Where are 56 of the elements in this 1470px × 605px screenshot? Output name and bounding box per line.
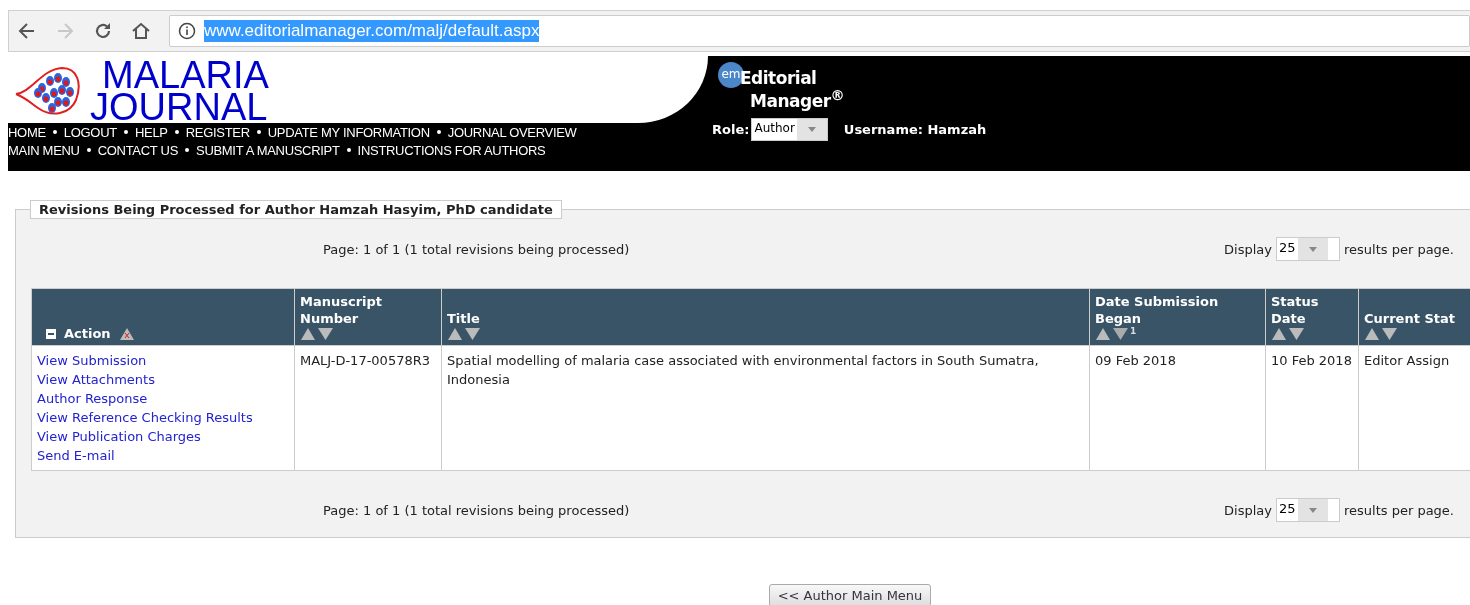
sort-arrows-icon[interactable] <box>1095 327 1129 341</box>
column-label: Action <box>64 326 111 341</box>
nav-link[interactable]: UPDATE MY INFORMATION <box>267 124 430 140</box>
nav-link[interactable]: INSTRUCTIONS FOR AUTHORS <box>357 142 546 158</box>
display-label: Display <box>1224 502 1272 518</box>
url-text: www.editorialmanager.com/malj/default.aspx <box>204 20 540 42</box>
journal-logo-text: MALARIA JOURNAL <box>90 58 269 123</box>
sort-arrows-icon[interactable] <box>300 327 334 341</box>
sort-rank: 1 <box>1130 327 1137 336</box>
dropdown-arrow-icon <box>1308 507 1317 513</box>
username-text: Username: Hamzah <box>843 121 987 137</box>
column-label: Manuscript Number <box>300 293 384 327</box>
role-dropdown[interactable]: Author <box>751 117 828 141</box>
display-label: Display <box>1224 241 1272 257</box>
nav-link[interactable]: REGISTER <box>185 124 250 140</box>
action-link[interactable]: View Publication Charges <box>37 427 201 446</box>
action-link[interactable]: Author Response <box>37 389 148 408</box>
nav-link[interactable]: CONTACT US <box>97 142 178 158</box>
column-label: Date Submission Began <box>1095 293 1220 327</box>
results-dropdown[interactable]: 25 <box>1276 237 1340 261</box>
collapse-icon[interactable] <box>46 328 56 339</box>
table-cell: 10 Feb 2018 <box>1265 345 1359 471</box>
nav-link[interactable]: SUBMIT A MANUSCRIPT <box>196 142 340 158</box>
nav-link[interactable]: HOME <box>8 124 46 140</box>
action-link[interactable]: Send E-mail <box>37 446 115 465</box>
action-link[interactable]: View Attachments <box>37 370 155 389</box>
role-label: Role: <box>712 121 750 137</box>
results-dropdown[interactable]: 25 <box>1276 498 1340 522</box>
info-icon[interactable] <box>178 22 196 40</box>
author-main-menu-button[interactable]: << Author Main Menu <box>768 584 932 605</box>
results-label: results per page. <box>1344 502 1454 518</box>
nav-link[interactable]: HELP <box>134 124 168 140</box>
action-link[interactable]: View Reference Checking Results <box>37 408 253 427</box>
column-label: Title <box>447 310 481 327</box>
dropdown-arrow-icon <box>807 126 816 132</box>
back-icon[interactable] <box>17 21 37 41</box>
table-cell: Spatial modelling of malaria case associated with environmental factors in South Sumatra, Indonesia <box>441 345 1090 471</box>
nav-link[interactable]: LOGOUT <box>63 124 117 140</box>
home-icon[interactable] <box>131 21 151 41</box>
dropdown-arrow-icon <box>1308 246 1317 252</box>
sort-arrows-icon[interactable] <box>1271 327 1305 341</box>
table-cell: MALJ-D-17-00578R3 <box>294 345 442 471</box>
table-cell: 09 Feb 2018 <box>1089 345 1266 471</box>
page-info: Page: 1 of 1 (1 total revisions being processed) <box>323 241 630 257</box>
sort-arrows-icon[interactable] <box>1364 327 1398 341</box>
column-label: Current Stat <box>1364 310 1456 327</box>
results-label: results per page. <box>1344 241 1454 257</box>
page-info: Page: 1 of 1 (1 total revisions being processed) <box>323 502 630 518</box>
panel-title: Revisions Being Processed for Author Hamzah Hasyim, PhD candidate <box>30 200 562 219</box>
warning-icon <box>118 326 135 341</box>
column-label: Status Date <box>1271 293 1320 327</box>
reload-icon[interactable] <box>93 21 113 41</box>
sort-arrows-icon[interactable] <box>447 327 481 341</box>
action-link[interactable]: View Submission <box>37 351 147 370</box>
nav-link[interactable]: MAIN MENU <box>8 142 80 158</box>
nav-link[interactable]: JOURNAL OVERVIEW <box>447 124 577 140</box>
